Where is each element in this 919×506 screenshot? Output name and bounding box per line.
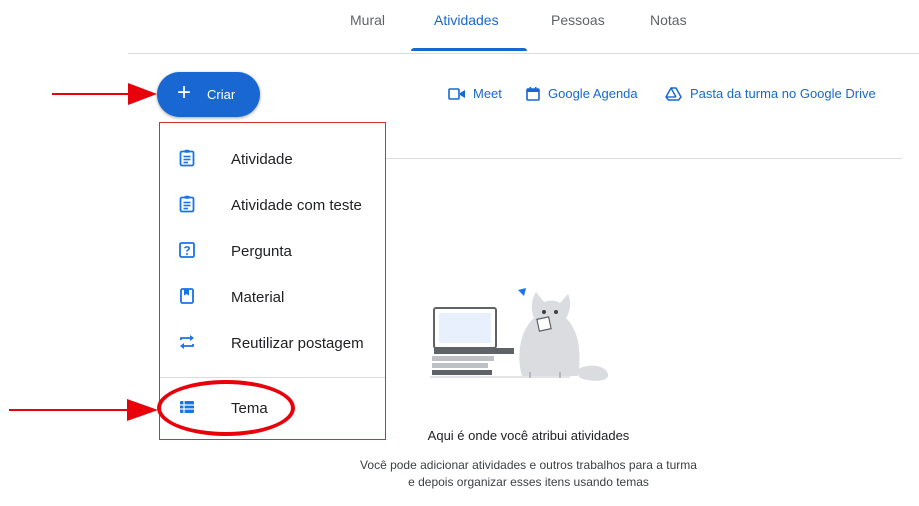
google-drive-icon xyxy=(665,87,682,101)
annotation-arrow-criar xyxy=(52,83,157,105)
drive-folder-label: Pasta da turma no Google Drive xyxy=(690,86,876,101)
active-tab-indicator xyxy=(411,48,527,51)
menu-item-reutilizar-postagem[interactable]: Reutilizar postagem xyxy=(160,323,385,363)
menu-item-label: Atividade com teste xyxy=(231,197,362,214)
menu-item-pergunta[interactable]: Pergunta xyxy=(160,231,385,271)
assignment-quiz-icon xyxy=(179,195,195,213)
video-camera-icon xyxy=(448,88,465,100)
material-book-icon xyxy=(180,288,194,304)
meet-link[interactable]: Meet xyxy=(448,86,510,102)
tab-atividades[interactable]: Atividades xyxy=(434,12,499,28)
menu-item-material[interactable]: Material xyxy=(160,277,385,317)
google-agenda-link[interactable]: Google Agenda xyxy=(525,86,650,102)
nav-divider xyxy=(128,53,919,54)
class-tabs: Mural Atividades Pessoas Notas xyxy=(0,0,919,54)
question-icon xyxy=(179,242,195,258)
empty-state-illustration xyxy=(430,288,609,381)
menu-item-atividade-com-teste[interactable]: Atividade com teste xyxy=(160,185,385,225)
assignment-icon xyxy=(179,149,195,167)
calendar-icon xyxy=(526,87,540,101)
menu-item-label: Pergunta xyxy=(231,243,292,260)
create-button[interactable]: + Criar xyxy=(157,72,260,117)
drive-folder-link[interactable]: Pasta da turma no Google Drive xyxy=(665,86,895,102)
menu-item-label: Material xyxy=(231,289,285,306)
tab-pessoas[interactable]: Pessoas xyxy=(551,12,605,28)
menu-item-atividade[interactable]: Atividade xyxy=(160,139,385,179)
menu-item-label: Atividade xyxy=(231,151,293,168)
plus-icon: + xyxy=(177,79,192,106)
menu-item-label: Reutilizar postagem xyxy=(231,335,364,352)
menu-divider xyxy=(160,377,385,378)
meet-label: Meet xyxy=(473,86,502,101)
tab-notas[interactable]: Notas xyxy=(650,12,687,28)
google-agenda-label: Google Agenda xyxy=(548,86,638,101)
empty-state-description: Você pode adicionar atividades e outros … xyxy=(360,458,697,489)
create-button-label: Criar xyxy=(207,87,236,102)
tab-mural[interactable]: Mural xyxy=(350,12,385,28)
empty-state-title: Aqui é onde você atribui atividades xyxy=(427,428,630,443)
annotation-arrow-tema xyxy=(9,399,158,421)
content-divider xyxy=(385,158,902,159)
repeat-icon xyxy=(180,335,194,349)
